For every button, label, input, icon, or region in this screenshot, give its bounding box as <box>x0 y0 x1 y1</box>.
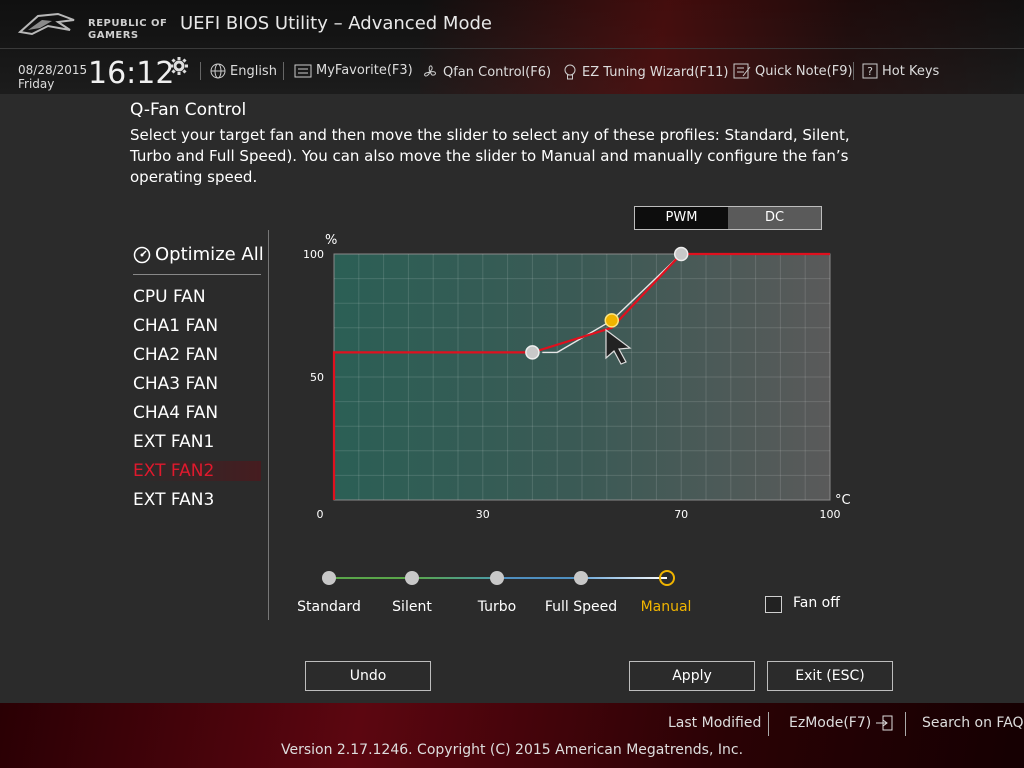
fan-item-ext-fan3[interactable]: EXT FAN3 <box>133 490 214 510</box>
fan-item-ext-fan2[interactable]: EXT FAN2 <box>133 461 261 481</box>
fan-curve-chart[interactable]: 0 30 70 100 50 100 % °C <box>300 228 860 528</box>
myfavorite-button[interactable]: MyFavorite(F3) <box>294 63 413 78</box>
optimize-all-label: Optimize All <box>155 244 264 265</box>
note-icon <box>733 63 751 79</box>
footer-separator <box>905 712 906 736</box>
globe-icon <box>210 63 226 79</box>
profile-label-turbo[interactable]: Turbo <box>452 599 542 615</box>
y-tick-label: 50 <box>310 371 324 384</box>
clock-display: 16:12 <box>88 56 175 91</box>
qfan-label: Qfan Control(F6) <box>443 64 552 80</box>
fan-off-label: Fan off <box>793 595 840 611</box>
profile-knob-standard[interactable] <box>322 571 336 585</box>
nav-separator <box>283 62 284 80</box>
search-faq-link[interactable]: Search on FAQ <box>922 715 1024 731</box>
curve-control-point[interactable] <box>525 345 540 360</box>
gear-icon[interactable] <box>170 57 188 79</box>
y-tick-label: 100 <box>303 248 324 261</box>
footer-bar <box>0 703 1024 768</box>
optimize-all-button[interactable]: Optimize All <box>133 244 264 265</box>
chart-grid <box>334 254 830 500</box>
optimize-divider <box>133 274 261 275</box>
pwm-dc-toggle[interactable]: PWM DC <box>634 206 822 230</box>
fan-icon <box>424 65 436 77</box>
date-display: 08/28/2015 Friday <box>18 63 87 91</box>
svg-text:?: ? <box>867 65 873 78</box>
fan-item-cpu-fan[interactable]: CPU FAN <box>133 287 206 307</box>
day-text: Friday <box>18 77 55 91</box>
slider-track <box>413 577 497 579</box>
language-button[interactable]: English <box>210 63 277 79</box>
hot-keys-button[interactable]: ? Hot Keys <box>862 63 939 79</box>
profile-label-standard[interactable]: Standard <box>284 599 374 615</box>
fan-item-cha4-fan[interactable]: CHA4 FAN <box>133 403 218 423</box>
fan-off-checkbox[interactable] <box>765 596 782 613</box>
quick-note-button[interactable]: Quick Note(F9) <box>733 63 853 79</box>
app-title: UEFI BIOS Utility – Advanced Mode <box>180 13 492 34</box>
slider-track <box>497 577 581 579</box>
page-description: Select your target fan and then move the… <box>130 126 850 186</box>
page-title: Q-Fan Control <box>130 100 247 120</box>
x-tick-label: 100 <box>820 508 841 521</box>
language-label: English <box>230 63 277 79</box>
slider-track <box>329 577 413 579</box>
profile-knob-full-speed[interactable] <box>574 571 588 585</box>
fan-item-cha2-fan[interactable]: CHA2 FAN <box>133 345 218 365</box>
footer-separator <box>768 712 769 736</box>
x-tick-label: 30 <box>476 508 490 521</box>
ez-mode-link[interactable]: EzMode(F7) <box>789 715 893 731</box>
qfan-control-button[interactable]: Qfan Control(F6) <box>421 63 551 81</box>
y-axis-unit: % <box>325 233 337 248</box>
exit-mode-icon <box>876 715 893 731</box>
rog-logo: REPUBLIC OF GAMERS <box>17 8 168 42</box>
x-tick-label: 0 <box>317 508 324 521</box>
help-icon: ? <box>862 63 878 79</box>
header-separator <box>0 48 1024 49</box>
fan-item-ext-fan1[interactable]: EXT FAN1 <box>133 432 214 452</box>
ez-tuning-button[interactable]: EZ Tuning Wizard(F11) <box>562 63 728 81</box>
profile-label-full-speed[interactable]: Full Speed <box>536 599 626 615</box>
nav-separator <box>200 62 201 80</box>
curve-control-point[interactable] <box>673 246 689 262</box>
brand-text: REPUBLIC OF GAMERS <box>88 18 168 41</box>
dc-option[interactable]: DC <box>728 207 821 229</box>
profile-knob-turbo[interactable] <box>490 571 504 585</box>
curve-control-point[interactable] <box>604 313 620 328</box>
undo-button[interactable]: Undo <box>305 661 431 691</box>
gauge-icon <box>133 246 151 263</box>
hot-keys-label: Hot Keys <box>882 63 940 79</box>
profile-label-silent[interactable]: Silent <box>367 599 457 615</box>
profile-label-manual[interactable]: Manual <box>621 599 711 615</box>
x-axis-unit: °C <box>835 493 851 508</box>
myfavorite-label: MyFavorite(F3) <box>316 63 413 78</box>
ez-mode-label: EzMode(F7) <box>789 715 872 731</box>
date-text: 08/28/2015 <box>18 63 88 77</box>
bulb-icon <box>564 64 576 80</box>
copyright-text: Version 2.17.1246. Copyright (C) 2015 Am… <box>280 742 744 758</box>
fan-item-cha3-fan[interactable]: CHA3 FAN <box>133 374 218 394</box>
last-modified-link[interactable]: Last Modified <box>668 715 761 731</box>
profile-knob-manual[interactable] <box>659 570 675 586</box>
quick-note-label: Quick Note(F9) <box>755 63 853 79</box>
x-tick-label: 70 <box>674 508 688 521</box>
fan-item-cha1-fan[interactable]: CHA1 FAN <box>133 316 218 336</box>
favorite-icon <box>294 64 312 77</box>
panel-divider <box>268 230 269 620</box>
apply-button[interactable]: Apply <box>629 661 755 691</box>
ez-tuning-label: EZ Tuning Wizard(F11) <box>582 64 729 80</box>
nav-separator <box>853 62 854 80</box>
exit-button[interactable]: Exit (ESC) <box>767 661 893 691</box>
pwm-option[interactable]: PWM <box>635 207 728 229</box>
profile-knob-silent[interactable] <box>405 571 419 585</box>
slider-track <box>581 577 667 579</box>
